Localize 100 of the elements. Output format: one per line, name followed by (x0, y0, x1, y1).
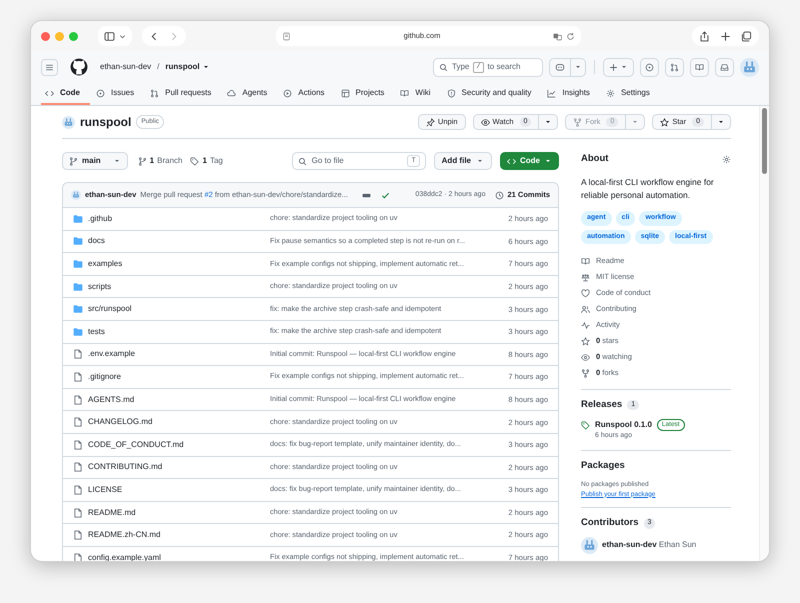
file-name[interactable]: scripts (88, 280, 112, 293)
logo-icon[interactable] (70, 58, 88, 76)
reload-icon[interactable] (566, 32, 575, 40)
section-heading: Contributors (581, 516, 639, 530)
history-icon (495, 190, 504, 200)
folder-icon (73, 326, 83, 337)
code-button[interactable]: Code (500, 152, 559, 170)
tab-overview-icon[interactable] (741, 30, 752, 42)
folder-icon (73, 282, 83, 292)
sidebar-toggle-button[interactable] (98, 26, 132, 46)
cloud-icon (227, 88, 236, 98)
issues-button[interactable] (640, 58, 659, 76)
branch-icon (138, 156, 147, 166)
search-icon (439, 62, 448, 72)
file-icon (73, 508, 83, 518)
pull-requests-button[interactable] (665, 58, 684, 76)
file-name[interactable]: src/runspool (88, 303, 132, 316)
add-file-button[interactable]: Add file (434, 152, 492, 170)
back-icon[interactable] (150, 32, 159, 40)
field-placeholder: Go to file (312, 155, 344, 167)
nav-tab[interactable]: Wiki (396, 83, 441, 105)
author-avatar (71, 190, 81, 200)
repo-description: A local-first CLI workflow engine for reliable personal automation. (581, 176, 715, 202)
file-name[interactable]: examples (88, 258, 122, 270)
file-icon (73, 349, 83, 360)
graph-icon (547, 88, 556, 98)
code-icon (45, 88, 54, 98)
file-name[interactable]: .env.example (88, 348, 135, 360)
nav-tab[interactable]: Agents (223, 83, 278, 105)
tag-icon (581, 420, 590, 430)
inbox-icon (720, 62, 729, 72)
file-name[interactable]: docs (88, 235, 105, 248)
nav-tab[interactable]: Insights (543, 83, 600, 105)
settings-icon[interactable] (722, 154, 731, 164)
shield-icon (446, 88, 456, 98)
tags-link[interactable]: 1 Tag (190, 155, 223, 167)
file-name[interactable]: AGENTS.md (88, 394, 134, 406)
branch-button[interactable]: main (62, 152, 128, 170)
share-icon[interactable] (699, 30, 710, 42)
close-button[interactable] (41, 32, 50, 40)
file-name[interactable]: .gitignore (88, 370, 121, 383)
menu-button[interactable] (41, 58, 58, 76)
nav-tab[interactable]: Settings (602, 83, 660, 105)
file-name[interactable]: CHANGELOG.md (88, 416, 152, 428)
nav-tab[interactable]: Issues (92, 83, 144, 105)
owner-link[interactable]: ethan-sun-dev (100, 61, 152, 73)
file-icon (73, 372, 83, 382)
tag-icon (190, 156, 200, 166)
file-icon (73, 530, 83, 540)
chevron-icon (119, 32, 126, 40)
pulse-icon (581, 320, 590, 330)
release-name[interactable]: Runspool 0.1.0 (595, 419, 652, 431)
file-name[interactable]: CODE_OF_CONDUCT.md (88, 438, 184, 451)
search-hint: to search (488, 61, 520, 73)
folder-icon (73, 258, 83, 269)
book-icon (400, 88, 410, 98)
pull-request-icon (150, 88, 160, 98)
inbox-button[interactable] (715, 58, 734, 76)
file-name[interactable]: LICENSE (88, 484, 122, 496)
file-name[interactable]: .github (88, 212, 112, 225)
file-name[interactable]: config.example.yaml (88, 552, 161, 561)
folder-icon (73, 304, 83, 314)
file-icon (73, 440, 83, 450)
nav-tab[interactable]: Projects (336, 83, 394, 105)
caret-icon (631, 118, 640, 126)
copilot-button[interactable] (549, 58, 586, 76)
play-icon (283, 88, 292, 98)
fork-icon (573, 118, 582, 126)
sidebar-icon (104, 30, 115, 42)
caret-icon (620, 63, 628, 71)
nav-tab[interactable]: Code (41, 83, 90, 105)
folder-icon (73, 236, 83, 246)
book-icon (695, 62, 704, 72)
nav-tab[interactable]: Actions (279, 83, 335, 105)
plus-icon (609, 62, 618, 72)
file-name[interactable]: CONTRIBUTING.md (88, 461, 162, 474)
scrollbar[interactable] (759, 106, 769, 561)
repo-avatar (62, 116, 75, 128)
repo-link[interactable]: runspool (165, 61, 210, 73)
file-name[interactable]: README.md (88, 506, 136, 519)
search-hint: Type (452, 61, 470, 73)
scale-icon (581, 272, 590, 282)
book-icon (581, 256, 590, 266)
section-heading: Packages (581, 458, 625, 472)
nav-tab[interactable]: Pull requests (146, 83, 222, 105)
new-tab-icon[interactable] (720, 30, 731, 42)
branches-link[interactable]: 1 Branch (138, 155, 182, 167)
code-icon (507, 156, 516, 166)
path-separator: / (157, 61, 160, 73)
contributor-link[interactable]: ethan-sun-dev Ethan Sun (602, 539, 696, 551)
file-icon (73, 417, 83, 428)
create-new-button[interactable] (603, 58, 634, 76)
star-icon (581, 336, 590, 346)
repositories-button[interactable] (690, 58, 709, 76)
nav-tab[interactable]: Security and quality (442, 83, 542, 105)
translate-icon[interactable] (553, 32, 562, 40)
file-name[interactable]: tests (88, 326, 105, 338)
pin-icon (426, 118, 435, 126)
file-name[interactable]: README.zh-CN.md (88, 529, 160, 542)
file-icon (73, 394, 83, 405)
